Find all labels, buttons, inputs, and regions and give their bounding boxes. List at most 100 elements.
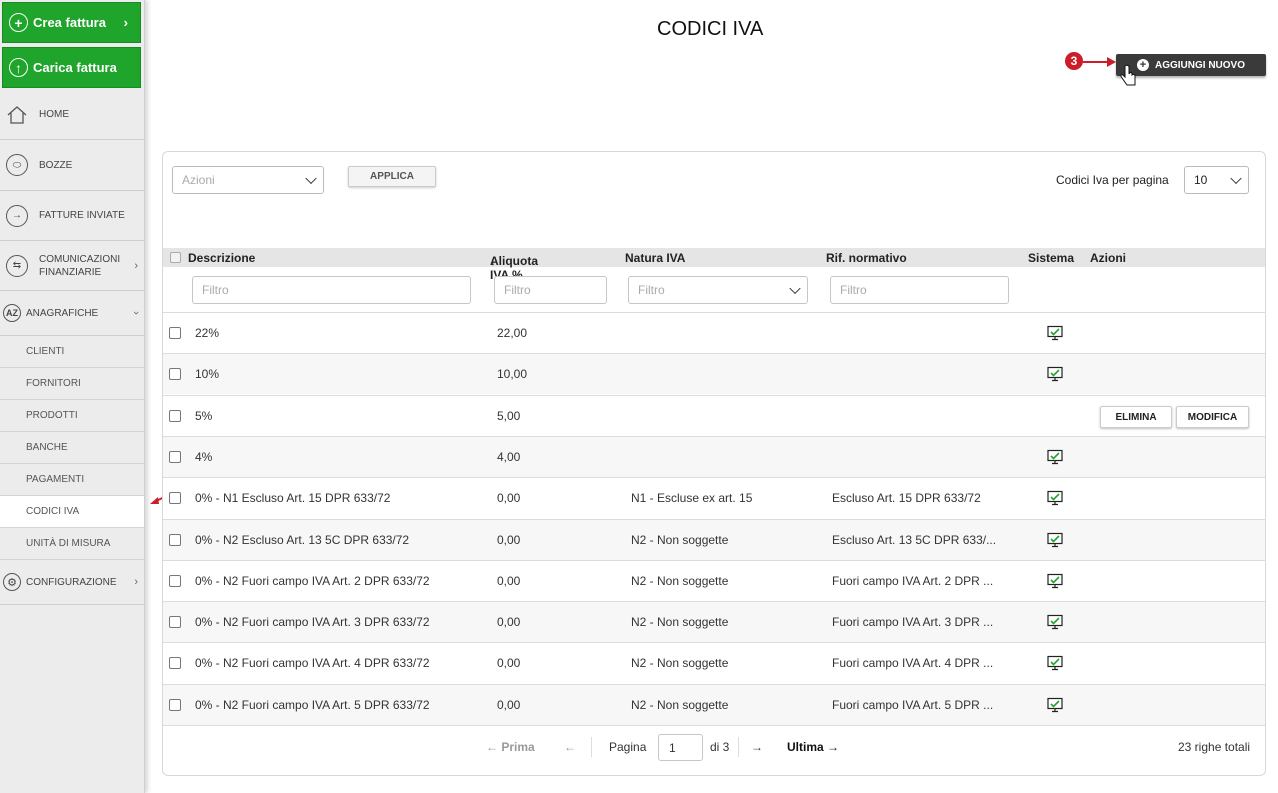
sidebar-item-label: ANAGRAFICHE — [26, 307, 99, 319]
sidebar-item-clients[interactable]: CLIENTI — [0, 336, 144, 368]
table-row: 4% 4,00 — [163, 436, 1265, 477]
row-description: 0% - N2 Fuori campo IVA Art. 4 DPR 633/7… — [195, 656, 430, 670]
sidebar-item-label-line2: FINANZIARIE — [39, 266, 102, 278]
row-checkbox[interactable] — [169, 616, 181, 628]
row-rate: 10,00 — [497, 367, 528, 381]
row-nature: N2 - Non soggette — [631, 615, 729, 629]
row-checkbox[interactable] — [169, 368, 181, 380]
delete-button[interactable]: ELIMINA — [1100, 406, 1172, 428]
header-nature[interactable]: Natura IVA — [625, 251, 685, 265]
select-all-checkbox[interactable] — [170, 252, 181, 263]
system-monitor-icon — [1047, 655, 1063, 671]
sidebar-item-products[interactable]: PRODOTTI — [0, 400, 144, 432]
sidebar-item-label: HOME — [39, 109, 69, 120]
header-system: Sistema — [1028, 251, 1075, 265]
row-description: 5% — [195, 409, 213, 423]
header-actions: Azioni — [1090, 251, 1126, 265]
sidebar-item-label-line1: COMUNICAZIONI — [39, 253, 121, 265]
row-checkbox[interactable] — [169, 575, 181, 587]
sidebar-item-registry[interactable]: AZ ANAGRAFICHE › — [0, 291, 144, 336]
apply-button[interactable]: APPLICA — [348, 166, 436, 187]
row-rate: 0,00 — [497, 615, 521, 629]
sidebar-item-label: CONFIGURAZIONE — [26, 576, 117, 588]
row-checkbox[interactable] — [169, 657, 181, 669]
next-page-arrow[interactable]: → — [751, 740, 763, 754]
upload-invoice-button[interactable]: ↑ Carica fattura — [2, 47, 141, 88]
send-arrow-icon: → — [6, 204, 28, 227]
sidebar-item-units[interactable]: UNITÀ DI MISURA — [0, 528, 144, 560]
first-page-link[interactable]: ← Prima — [486, 740, 535, 754]
add-new-button[interactable]: + AGGIUNGI NUOVO — [1116, 54, 1266, 76]
row-description: 22% — [195, 326, 220, 340]
reference-filter-input[interactable]: Filtro — [830, 276, 1009, 304]
row-checkbox[interactable] — [169, 451, 181, 463]
system-monitor-icon — [1047, 325, 1063, 341]
sidebar-item-suppliers[interactable]: FORNITORI — [0, 368, 144, 400]
annotation-badge-3: 3 — [1065, 52, 1083, 70]
per-page-value: 10 — [1194, 173, 1208, 187]
row-checkbox[interactable] — [169, 410, 181, 422]
nature-filter-select[interactable]: Filtro — [628, 276, 808, 304]
row-reference: Fuori campo IVA Art. 3 DPR ... — [832, 615, 994, 629]
row-checkbox[interactable] — [169, 534, 181, 546]
divider — [591, 737, 592, 757]
home-icon — [6, 104, 28, 126]
row-checkbox[interactable] — [169, 699, 181, 711]
az-icon: AZ — [3, 304, 21, 322]
row-reference: Fuori campo IVA Art. 5 DPR ... — [832, 698, 994, 712]
header-reference[interactable]: Rif. normativo — [826, 251, 907, 265]
plus-circle-icon: + — [1136, 59, 1149, 71]
row-nature: N2 - Non soggette — [631, 698, 729, 712]
plus-circle-icon: + — [9, 13, 28, 32]
sidebar: + Crea fattura › ↑ Carica fattura HOME ⬭… — [0, 0, 145, 793]
table-row: 0% - N2 Escluso Art. 13 5C DPR 633/72 0,0… — [163, 519, 1265, 560]
bulk-actions-placeholder: Azioni — [182, 173, 215, 187]
nature-filter-placeholder: Filtro — [638, 283, 665, 297]
row-rate: 0,00 — [497, 533, 521, 547]
system-monitor-icon — [1047, 532, 1063, 548]
sidebar-item-label: BOZZE — [39, 159, 73, 171]
system-monitor-icon — [1047, 697, 1063, 713]
sidebar-item-home[interactable]: HOME — [0, 90, 144, 140]
page-number-input[interactable]: 1 — [658, 734, 703, 761]
prev-page-arrow[interactable]: ← — [564, 740, 576, 754]
create-invoice-button[interactable]: + Crea fattura › — [2, 2, 141, 43]
bulk-actions-select[interactable]: Azioni — [172, 166, 324, 194]
chevron-right-icon: › — [134, 259, 138, 272]
system-monitor-icon — [1047, 490, 1063, 506]
sidebar-item-label: COMUNICAZIONI FINANZIARIE — [39, 253, 120, 279]
row-description: 0% - N2 Escluso Art. 13 5C DPR 633/72 — [195, 533, 410, 547]
system-monitor-icon — [1047, 614, 1063, 630]
sidebar-item-banks[interactable]: BANCHE — [0, 432, 144, 464]
header-description[interactable]: Descrizione — [188, 251, 255, 265]
table-row: 0% - N1 Escluso Art. 15 DPR 633/72 0,00 N1… — [163, 477, 1265, 518]
row-checkbox[interactable] — [169, 327, 181, 339]
sidebar-item-vat-codes[interactable]: CODICI IVA — [0, 496, 144, 528]
row-rate: 0,00 — [497, 491, 521, 505]
chevron-down-icon — [789, 282, 801, 295]
row-description: 0% - N1 Escluso Art. 15 DPR 633/72 — [195, 491, 391, 505]
rate-filter-input[interactable]: Filtro — [494, 276, 607, 304]
last-page-link[interactable]: Ultima → — [787, 740, 839, 754]
description-filter-input[interactable]: Filtro — [192, 276, 471, 304]
row-nature: N2 - Non soggette — [631, 533, 729, 547]
row-description: 0% - N2 Fuori campo IVA Art. 2 DPR 633/7… — [195, 574, 430, 588]
row-reference: Fuori campo IVA Art. 2 DPR ... — [832, 574, 994, 588]
table-header: Descrizione Aliquota IVA % ↓ Natura IVA … — [163, 248, 1265, 282]
row-description: 0% - N2 Fuori campo IVA Art. 5 DPR 633/7… — [195, 698, 430, 712]
sidebar-item-financial-communications[interactable]: ⇆ COMUNICAZIONI FINANZIARIE › — [0, 241, 144, 291]
row-reference: Fuori campo IVA Art. 4 DPR ... — [832, 656, 994, 670]
sidebar-item-configuration[interactable]: ⚙ CONFIGURAZIONE › — [0, 560, 144, 605]
row-checkbox[interactable] — [169, 492, 181, 504]
row-rate: 0,00 — [497, 656, 521, 670]
sidebar-item-drafts[interactable]: ⬭ BOZZE — [0, 140, 144, 191]
edit-button[interactable]: MODIFICA — [1176, 406, 1249, 428]
page-label: Pagina — [609, 740, 647, 754]
row-rate: 5,00 — [497, 409, 521, 423]
sort-desc-icon: ↓ — [490, 254, 496, 268]
row-reference: Escluso Art. 15 DPR 633/72 — [832, 491, 981, 505]
sidebar-item-payments[interactable]: PAGAMENTI — [0, 464, 144, 496]
row-reference: Escluso Art. 13 5C DPR 633/... — [832, 533, 997, 547]
sidebar-item-sent-invoices[interactable]: → FATTURE INVIATE — [0, 191, 144, 241]
per-page-select[interactable]: 10 — [1184, 166, 1249, 194]
